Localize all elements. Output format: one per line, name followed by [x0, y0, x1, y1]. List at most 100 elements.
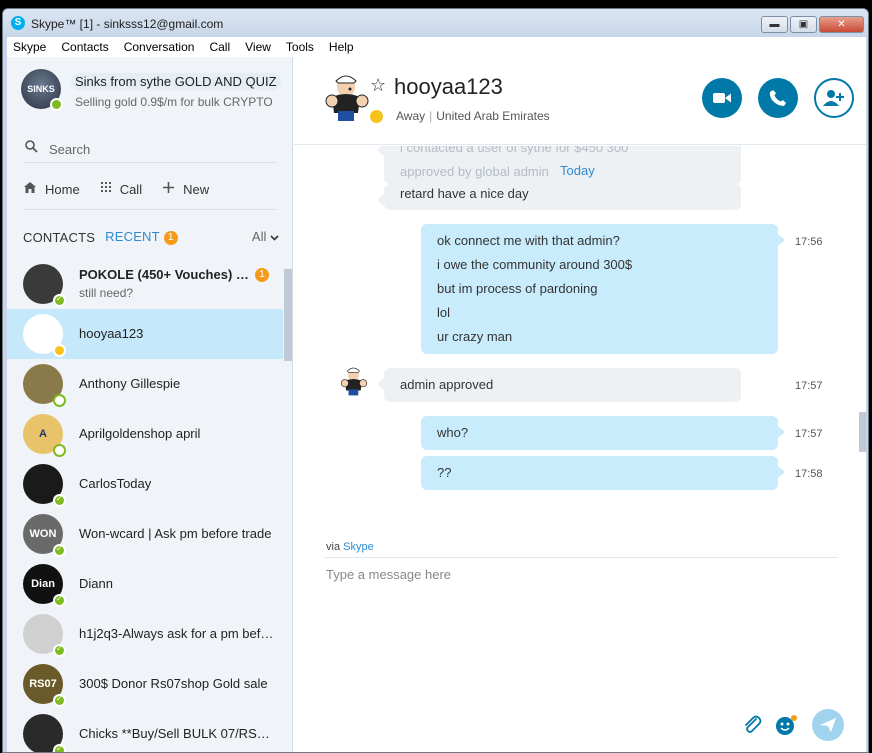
contact-item[interactable]: POKOLE (450+ Vouches) Gold still need? 1 [7, 259, 283, 309]
minimize-button[interactable]: ▬ [761, 16, 788, 33]
message-text: ok connect me with that admin? [437, 233, 620, 248]
maximize-button[interactable]: ▣ [790, 16, 817, 33]
send-button[interactable] [812, 709, 844, 741]
contact-name: Chicks **Buy/Sell BULK 07/RS3 GOLD** [79, 726, 274, 741]
recent-unread-badge: 1 [163, 231, 178, 245]
menu-contacts[interactable]: Contacts [61, 40, 108, 54]
plus-icon [162, 181, 175, 197]
contact-name: POKOLE (450+ Vouches) Gold [79, 267, 249, 282]
message-bubble-incoming: retard have a nice day [377, 184, 741, 210]
message-bubble-incoming[interactable]: admin approved [377, 368, 741, 402]
compose-toolbar [734, 707, 844, 741]
chat-scrollbar[interactable] [859, 412, 866, 452]
message-text: ur crazy man [437, 329, 513, 344]
contact-item[interactable]: hooyaa123 [7, 309, 283, 359]
online-status-icon [53, 744, 66, 752]
tab-recent[interactable]: RECENT 1 [105, 229, 178, 245]
online-status-icon [53, 644, 66, 657]
unread-badge: 1 [255, 268, 269, 282]
contact-item[interactable]: RS07 300$ Donor Rs07shop Gold sale [7, 659, 283, 709]
contact-item[interactable]: CarlosToday [7, 459, 283, 509]
message-bubble-outgoing[interactable]: ?? [421, 456, 785, 490]
online-status-icon [50, 98, 63, 138]
menu-call[interactable]: Call [209, 40, 230, 54]
message-input[interactable]: Type a message here [326, 567, 451, 582]
call-button[interactable]: Call [100, 177, 142, 201]
contact-list-scrollbar[interactable] [284, 269, 292, 361]
my-display-name[interactable]: Sinks from sythe GOLD AND QUIZ [71, 73, 281, 90]
compose-divider [324, 557, 838, 558]
video-call-button[interactable] [702, 78, 742, 118]
attach-file-button[interactable] [740, 713, 764, 737]
search-input[interactable]: Search [49, 142, 90, 157]
my-mood-message[interactable]: Selling gold 0.9$/m for bulk CRYPTO [75, 95, 275, 109]
my-avatar[interactable]: SINKS [21, 69, 63, 138]
via-app-link[interactable]: Skype [343, 541, 374, 553]
contact-avatar-text: WON [29, 528, 57, 540]
message-history[interactable]: i contacted a user of sythe for $450 300… [294, 146, 866, 536]
online-status-icon [53, 494, 66, 507]
away-status-icon [370, 110, 383, 123]
contact-item[interactable]: Chicks **Buy/Sell BULK 07/RS3 GOLD** [7, 709, 283, 752]
paperclip-icon [745, 715, 762, 733]
my-profile[interactable]: SINKS Sinks from sythe GOLD AND QUIZ Sel… [7, 57, 292, 138]
menu-conversation[interactable]: Conversation [124, 40, 195, 54]
tab-recent-label: RECENT [105, 229, 160, 244]
conversation-title: hooyaa123 [394, 74, 503, 99]
recent-contact-list: POKOLE (450+ Vouches) Gold still need? 1 ho… [7, 259, 283, 752]
menu-tools[interactable]: Tools [286, 40, 314, 54]
add-participant-button[interactable] [814, 78, 854, 118]
contact-avatar-wrap [23, 364, 66, 407]
window-title: Skype™ [1] - sinksss12@gmail.com [31, 17, 224, 31]
contact-avatar[interactable] [324, 73, 370, 125]
search-box[interactable]: Search [23, 137, 277, 163]
contact-avatar-text: RS07 [29, 678, 57, 690]
contact-item[interactable]: h1j2q3-Always ask for a pm before trade [7, 609, 283, 659]
contact-item[interactable]: A Aprilgoldenshop april [7, 409, 283, 459]
conversation-header: ☆ hooyaa123 Away | United Arab Emirates [294, 57, 866, 145]
message-text: ?? [437, 465, 452, 480]
home-button[interactable]: Home [23, 177, 80, 201]
menu-view[interactable]: View [245, 40, 271, 54]
title-bar[interactable]: S Skype™ [1] - sinksss12@gmail.com ▬ ▣ ✕ [3, 9, 868, 37]
tab-contacts[interactable]: CONTACTS [23, 230, 95, 245]
contact-avatar-wrap [23, 314, 66, 357]
favorite-star-icon[interactable]: ☆ [370, 75, 386, 96]
add-participant-icon [823, 90, 844, 106]
contact-item[interactable]: WON Won-wcard | Ask pm before trade [7, 509, 283, 559]
chevron-down-icon [270, 235, 279, 241]
message-bubble-outgoing[interactable]: ok connect me with that admin? i owe the … [421, 224, 785, 354]
offline-status-icon [53, 394, 66, 407]
message-bubble-outgoing[interactable]: who? [421, 416, 785, 450]
menu-help[interactable]: Help [329, 40, 354, 54]
window-controls: ▬ ▣ ✕ [761, 16, 864, 33]
contact-avatar-wrap: Dian [23, 564, 66, 607]
message-text: but im process of pardoning [437, 281, 598, 296]
filter-dropdown[interactable]: All [252, 229, 279, 244]
contact-location: United Arab Emirates [436, 109, 550, 123]
contact-status-line: Away | United Arab Emirates [396, 109, 550, 123]
status-separator: | [429, 109, 433, 123]
message-timestamp: 17:57 [795, 380, 823, 392]
away-status-icon [53, 344, 66, 357]
online-status-icon [53, 694, 66, 707]
message-text: admin approved [400, 377, 494, 392]
sender-avatar[interactable] [340, 364, 368, 400]
close-button[interactable]: ✕ [819, 16, 864, 33]
menu-skype[interactable]: Skype [13, 40, 46, 54]
contact-item[interactable]: Dian Diann [7, 559, 283, 609]
contact-item[interactable]: Anthony Gillespie [7, 359, 283, 409]
contact-avatar-wrap [23, 614, 66, 657]
emoticon-button[interactable] [774, 713, 798, 737]
via-prefix: via [326, 541, 341, 553]
contact-avatar-wrap [23, 714, 66, 752]
message-timestamp: 17:57 [795, 428, 823, 440]
contact-tabs: CONTACTS RECENT 1 All [23, 227, 279, 247]
new-button[interactable]: New [162, 177, 209, 201]
client-area: SINKS Sinks from sythe GOLD AND QUIZ Sel… [7, 57, 866, 752]
faded-message-line: i contacted a user of sythe for $450 300 [400, 146, 629, 155]
contact-avatar-wrap: RS07 [23, 664, 66, 707]
contact-name: 300$ Donor Rs07shop Gold sale [79, 676, 268, 691]
audio-call-icon [769, 90, 786, 106]
audio-call-button[interactable] [758, 78, 798, 118]
